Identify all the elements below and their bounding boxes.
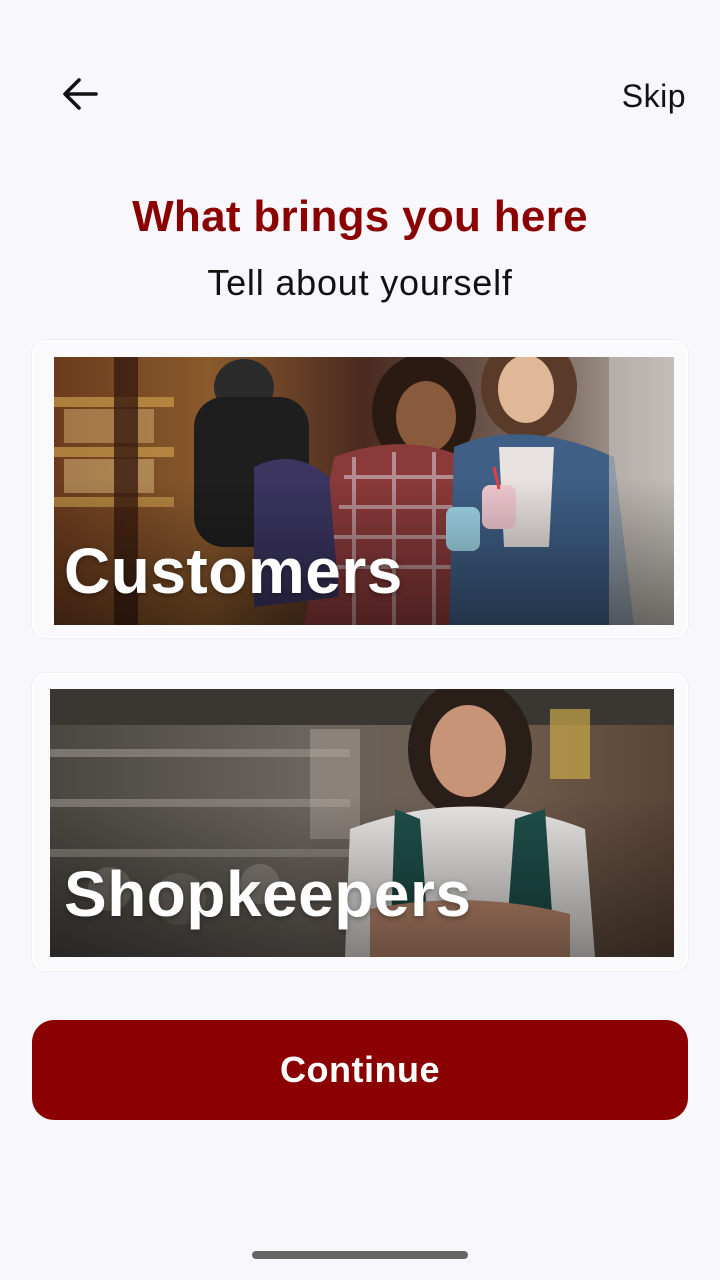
option-label-customers: Customers [64, 535, 403, 607]
option-label-shopkeepers: Shopkeepers [64, 858, 472, 930]
page-subtitle: Tell about yourself [207, 262, 513, 303]
arrow-left-icon [62, 77, 98, 116]
page-title: What brings you here [132, 192, 588, 241]
option-card-customers[interactable]: Customers [32, 340, 688, 638]
home-indicator[interactable] [252, 1251, 468, 1259]
option-card-shopkeepers[interactable]: Shopkeepers [32, 673, 688, 971]
back-button[interactable] [48, 60, 112, 132]
top-bar: Skip [0, 60, 720, 132]
continue-button[interactable]: Continue [32, 1020, 688, 1120]
skip-button[interactable]: Skip [622, 60, 686, 132]
onboarding-screen: Skip What brings you here Tell about you… [0, 0, 720, 1280]
